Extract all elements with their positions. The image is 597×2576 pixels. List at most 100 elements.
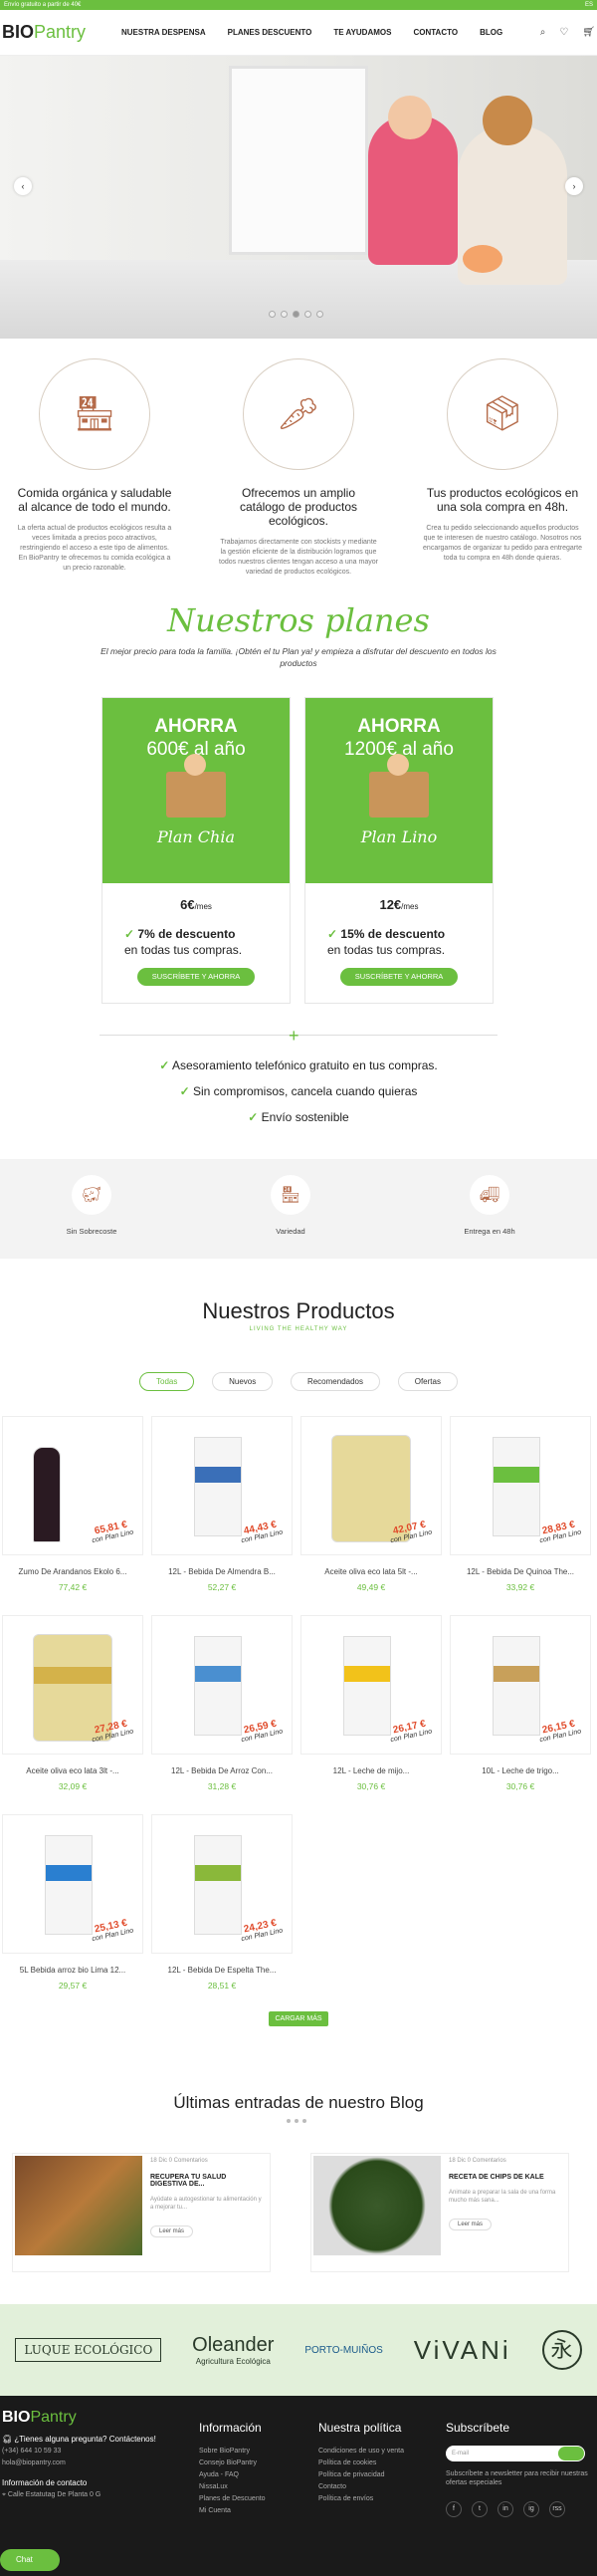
product-image[interactable]: 28,83 € con Plan Lino <box>450 1416 591 1555</box>
footer-link[interactable]: Condiciones de uso y venta <box>318 2446 404 2458</box>
product-name[interactable]: 12L - Bebida De Quinoa The... <box>450 1567 591 1576</box>
footer-phone[interactable]: (+34) 644 10 59 33 <box>2 2446 181 2458</box>
rss-icon[interactable]: rss <box>549 2501 565 2517</box>
product-name[interactable]: 5L Bebida arroz bio Lima 12... <box>2 1966 143 1975</box>
footer-logo[interactable]: BIOPantry <box>2 2410 181 2426</box>
product-card[interactable]: 26,15 € con Plan Lino 10L - Leche de trigo… <box>450 1615 591 1791</box>
nav-planes-descuento[interactable]: PLANES DESCUENTO <box>228 28 312 37</box>
product-card[interactable]: 27,28 € con Plan Lino Aceite oliva eco lat… <box>2 1615 143 1791</box>
tab-todas[interactable]: Todas <box>139 1372 195 1391</box>
product-image[interactable]: 26,17 € con Plan Lino <box>300 1615 442 1755</box>
product-name[interactable]: 10L - Leche de trigo... <box>450 1766 591 1775</box>
footer-link[interactable]: Mi Cuenta <box>199 2505 266 2517</box>
product-image[interactable]: 26,15 € con Plan Lino <box>450 1615 591 1755</box>
tab-ofertas[interactable]: Ofertas <box>397 1372 458 1391</box>
product-name[interactable]: Aceite oliva eco lata 5lt -... <box>300 1567 442 1576</box>
footer-link[interactable]: NissaLux <box>199 2481 266 2493</box>
linkedin-icon[interactable]: in <box>498 2501 513 2517</box>
product-image[interactable]: 42,07 € con Plan Lino <box>300 1416 442 1555</box>
brand-oleander[interactable]: Oleander Agricultura Ecológica <box>192 2334 274 2366</box>
footer-email[interactable]: hola@biopantry.com <box>2 2458 181 2469</box>
product-image[interactable]: 65,81 € con Plan Lino <box>2 1416 143 1555</box>
plan-price-tag: 24,23 € con Plan Lino <box>240 1917 284 1944</box>
product-image[interactable]: 44,43 € con Plan Lino <box>151 1416 293 1555</box>
footer-link[interactable]: Planes de Descuento <box>199 2493 266 2505</box>
blog-post[interactable]: 18 Dic 0 Comentarios RECETA DE CHIPS DE … <box>310 2153 569 2272</box>
product-image[interactable]: 27,28 € con Plan Lino <box>2 1615 143 1755</box>
kid-box-illustration <box>166 754 226 818</box>
product-card[interactable]: 26,17 € con Plan Lino 12L - Leche de mijo.… <box>300 1615 442 1791</box>
plan-discount: ✓ 15% de descuento en todas tus compras. <box>327 927 446 957</box>
brand-luque[interactable]: LUQUE ECOLÓGICO <box>15 2338 162 2362</box>
search-icon[interactable]: ⌕ <box>540 27 546 38</box>
nav-te-ayudamos[interactable]: TE AYUDAMOS <box>333 28 391 37</box>
product-name[interactable]: Zumo De Arandanos Ekolo 6... <box>2 1567 143 1576</box>
plan-price-tag: 26,59 € con Plan Lino <box>240 1718 284 1745</box>
subscribe-button[interactable]: SUSCRÍBETE Y AHORRA <box>340 968 458 986</box>
plans-subtitle: El mejor precio para toda la familia. ¡O… <box>100 646 497 668</box>
brand-kanji[interactable]: 永 <box>541 2330 582 2370</box>
slider-next-button[interactable]: › <box>565 177 583 195</box>
newsletter-submit-button[interactable] <box>558 2447 584 2460</box>
plan-price-tag: 26,15 € con Plan Lino <box>538 1718 582 1745</box>
product-name[interactable]: 12L - Bebida De Arroz Con... <box>151 1766 293 1775</box>
subscribe-button[interactable]: SUSCRÍBETE Y AHORRA <box>137 968 255 986</box>
footer-link[interactable]: Política de envíos <box>318 2493 404 2505</box>
language-selector[interactable]: ES <box>585 0 593 10</box>
facebook-icon[interactable]: f <box>446 2501 462 2517</box>
product-card[interactable]: 44,43 € con Plan Lino 12L - Bebida De Alme… <box>151 1416 293 1592</box>
hero-girl-head <box>388 96 432 139</box>
blog-post[interactable]: 18 Dic 0 Comentarios RECUPERA TU SALUD D… <box>12 2153 271 2272</box>
slider-dot-active[interactable] <box>293 311 299 318</box>
slider-dot[interactable] <box>304 311 311 318</box>
post-title[interactable]: RECETA DE CHIPS DE KALE <box>449 2174 560 2181</box>
heart-icon[interactable]: ♡ <box>559 27 568 38</box>
product-price: 32,09 € <box>58 1781 88 1791</box>
slider-dot[interactable] <box>269 311 276 318</box>
product-image[interactable]: 24,23 € con Plan Lino <box>151 1814 293 1954</box>
tab-recomendados[interactable]: Recomendados <box>290 1372 380 1391</box>
newsletter-email-input[interactable]: E-mail <box>446 2446 585 2461</box>
service-delivery: 🚚︎ Entrega en 48h <box>430 1175 549 1236</box>
slider-dot[interactable] <box>316 311 323 318</box>
slider-dot[interactable] <box>281 311 288 318</box>
nav-contacto[interactable]: CONTACTO <box>413 28 458 37</box>
hero-slider: ‹ › <box>0 56 597 339</box>
twitter-icon[interactable]: t <box>472 2501 488 2517</box>
product-image[interactable]: 26,59 € con Plan Lino <box>151 1615 293 1755</box>
product-name[interactable]: 12L - Bebida De Espelta The... <box>151 1966 293 1975</box>
product-card[interactable]: 28,83 € con Plan Lino 12L - Bebida De Quin… <box>450 1416 591 1592</box>
instagram-icon[interactable]: ig <box>523 2501 539 2517</box>
footer-link[interactable]: Política de cookies <box>318 2458 404 2469</box>
product-name[interactable]: 12L - Bebida De Almendra B... <box>151 1567 293 1576</box>
read-more-button[interactable]: Leer más <box>449 2219 493 2230</box>
footer-link[interactable]: Ayuda - FAQ <box>199 2469 266 2481</box>
product-card[interactable]: 24,23 € con Plan Lino 12L - Bebida De Espe… <box>151 1814 293 1991</box>
chat-button[interactable]: Chat <box>0 2549 60 2571</box>
footer-link[interactable]: Consejo BioPantry <box>199 2458 266 2469</box>
product-image[interactable]: 25,13 € con Plan Lino <box>2 1814 143 1954</box>
product-card[interactable]: 26,59 € con Plan Lino 12L - Bebida De Arro… <box>151 1615 293 1791</box>
load-more-button[interactable]: CARGAR MÁS <box>269 2011 328 2026</box>
nav-blog[interactable]: BLOG <box>480 28 502 37</box>
footer-link[interactable]: Política de privacidad <box>318 2469 404 2481</box>
product-price: 33,92 € <box>505 1582 535 1592</box>
logo[interactable]: BIOPantry <box>2 22 121 43</box>
footer-link[interactable]: Sobre BioPantry <box>199 2446 266 2458</box>
product-price: 31,28 € <box>207 1781 237 1791</box>
brand-vivani[interactable]: ViVANi <box>414 2335 511 2366</box>
slider-prev-button[interactable]: ‹ <box>14 177 32 195</box>
footer-link[interactable]: Contacto <box>318 2481 404 2493</box>
product-name[interactable]: 12L - Leche de mijo... <box>300 1766 442 1775</box>
product-card[interactable]: 42,07 € con Plan Lino Aceite oliva eco lat… <box>300 1416 442 1592</box>
tab-nuevos[interactable]: Nuevos <box>212 1372 274 1391</box>
post-title[interactable]: RECUPERA TU SALUD DIGESTIVA DE... <box>150 2174 262 2188</box>
nav-nuestra-despensa[interactable]: NUESTRA DESPENSA <box>121 28 206 37</box>
product-name[interactable]: Aceite oliva eco lata 3lt -... <box>2 1766 143 1775</box>
product-card[interactable]: 65,81 € con Plan Lino Zumo De Arandanos Ek… <box>2 1416 143 1592</box>
footer-question: 🎧︎ ¿Tienes alguna pregunta? Contáctenos! <box>2 2435 156 2444</box>
cart-icon[interactable]: 🛒︎ <box>582 27 595 38</box>
read-more-button[interactable]: Leer más <box>150 2225 194 2237</box>
product-card[interactable]: 25,13 € con Plan Lino 5L Bebida arroz bio … <box>2 1814 143 1991</box>
brand-porto-muinos[interactable]: PORTO-MUIÑOS <box>304 2345 383 2356</box>
